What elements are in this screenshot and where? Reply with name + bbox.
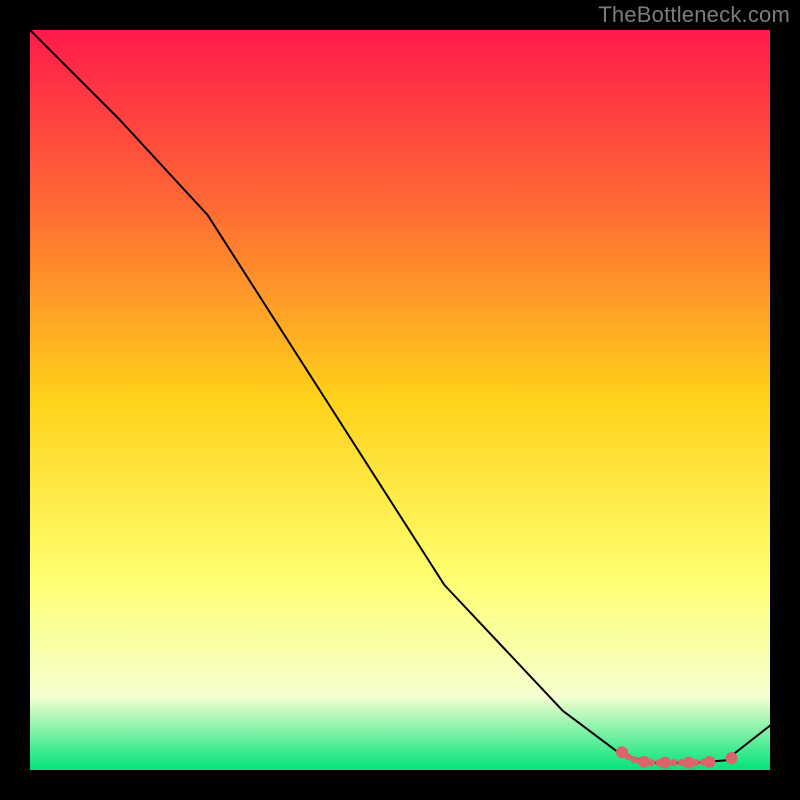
marker-point	[726, 752, 738, 764]
marker-point	[703, 756, 715, 768]
plot-area	[30, 30, 770, 770]
marker-point	[659, 757, 671, 769]
marker-point	[648, 759, 655, 766]
marker-point	[630, 756, 637, 763]
marker-point	[693, 759, 700, 766]
marker-point	[624, 753, 631, 760]
chart-frame: TheBottleneck.com	[0, 0, 800, 800]
gradient-background	[30, 30, 770, 770]
marker-point	[670, 759, 677, 766]
chart-svg	[30, 30, 770, 770]
watermark-label: TheBottleneck.com	[598, 2, 790, 28]
